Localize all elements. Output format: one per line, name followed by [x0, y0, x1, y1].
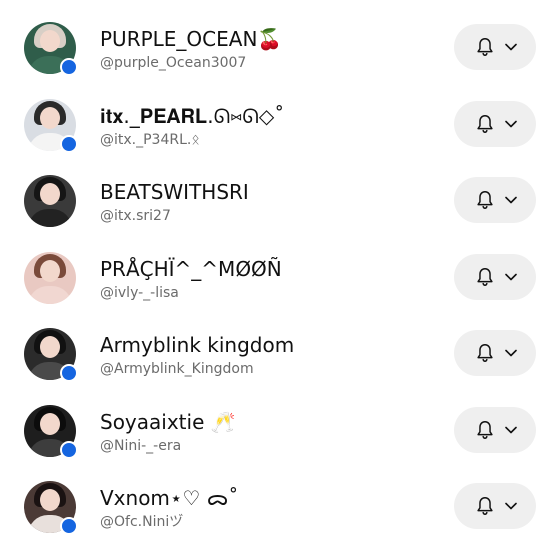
bell-icon [477, 497, 493, 515]
channel-row[interactable]: PURPLE_OCEAN🍒 @purple_Ocean3007 [0, 22, 560, 98]
bell-icon [477, 114, 493, 133]
bell-icon [477, 344, 493, 362]
channel-handle: @ivly-_-lisa [100, 284, 179, 301]
notification-settings-button[interactable] [454, 406, 536, 453]
chevron-down-icon [505, 349, 517, 357]
avatar-face [40, 412, 60, 435]
channel-name[interactable]: PURPLE_OCEAN🍒 [100, 26, 282, 52]
channel-row[interactable]: PRÅÇHÏ^_^MØØÑ @ivly-_-lisa [0, 251, 560, 328]
avatar[interactable] [24, 251, 76, 304]
avatar-face [40, 489, 60, 511]
live-status-dot [60, 58, 78, 76]
chevron-down-icon [505, 120, 517, 127]
bell-icon [477, 191, 493, 209]
avatar[interactable] [24, 175, 76, 227]
live-status-dot [60, 517, 78, 535]
avatar-shoulders [28, 209, 72, 227]
avatar-shoulders [28, 285, 72, 304]
channel-handle: @Ofc.Niniヅ [100, 514, 184, 530]
avatar-face [40, 30, 60, 52]
channel-row[interactable]: Vxnom⋆♡ ᯅ˚ @Ofc.Niniヅ [0, 481, 560, 557]
chevron-down-icon [505, 502, 517, 510]
chevron-down-icon [505, 196, 517, 204]
channel-handle: @purple_Ocean3007 [100, 55, 247, 71]
chevron-down-icon [505, 43, 517, 51]
channel-row[interactable]: Soyaaixtie 🥂 @Nini-_-era [0, 404, 560, 481]
bell-icon [477, 38, 493, 56]
channel-handle: @itx._P34RL.ᛟ [100, 131, 200, 148]
notification-settings-button[interactable] [454, 100, 536, 147]
notification-settings-button[interactable] [454, 253, 536, 300]
notification-settings-button[interactable] [454, 330, 536, 376]
channel-handle: @itx.sri27 [100, 208, 171, 224]
notification-settings-button[interactable] [454, 177, 536, 223]
channel-handle: @Nini-_-era [100, 437, 182, 454]
avatar-face [40, 336, 60, 358]
channel-row[interactable]: BEATSWITHSRI @itx.sri27 [0, 175, 560, 251]
live-status-dot [60, 134, 78, 153]
bell-icon [477, 420, 493, 439]
notification-settings-button[interactable] [454, 483, 536, 529]
bell-icon [477, 267, 493, 286]
channel-handle: @Armyblink_Kingdom [100, 361, 254, 377]
channel-name[interactable]: PRÅÇHÏ^_^MØØÑ [100, 256, 282, 282]
live-status-dot [60, 364, 78, 382]
chevron-down-icon [505, 426, 517, 433]
channel-name[interactable]: 𝐢𝐭𝐱._𝐏𝐄𝐀𝐑𝐋.ᘏ⑅ᘏ◇˚ [100, 103, 284, 129]
channel-row[interactable]: 𝐢𝐭𝐱._𝐏𝐄𝐀𝐑𝐋.ᘏ⑅ᘏ◇˚ @itx._P34RL.ᛟ [0, 98, 560, 175]
channel-name[interactable]: Vxnom⋆♡ ᯅ˚ [100, 485, 238, 511]
avatar-face [40, 106, 60, 129]
notification-settings-button[interactable] [454, 24, 536, 70]
channel-name[interactable]: Soyaaixtie 🥂 [100, 409, 236, 435]
avatar-face [40, 259, 60, 282]
subscriptions-list: PURPLE_OCEAN🍒 @purple_Ocean3007 𝐢𝐭𝐱._𝐏𝐄𝐀… [0, 0, 560, 560]
channel-name[interactable]: Armyblink kingdom [100, 332, 294, 358]
chevron-down-icon [505, 273, 517, 280]
channel-row[interactable]: Armyblink kingdom @Armyblink_Kingdom [0, 328, 560, 404]
channel-name[interactable]: BEATSWITHSRI [100, 179, 249, 205]
live-status-dot [60, 440, 78, 459]
avatar-face [40, 183, 60, 205]
